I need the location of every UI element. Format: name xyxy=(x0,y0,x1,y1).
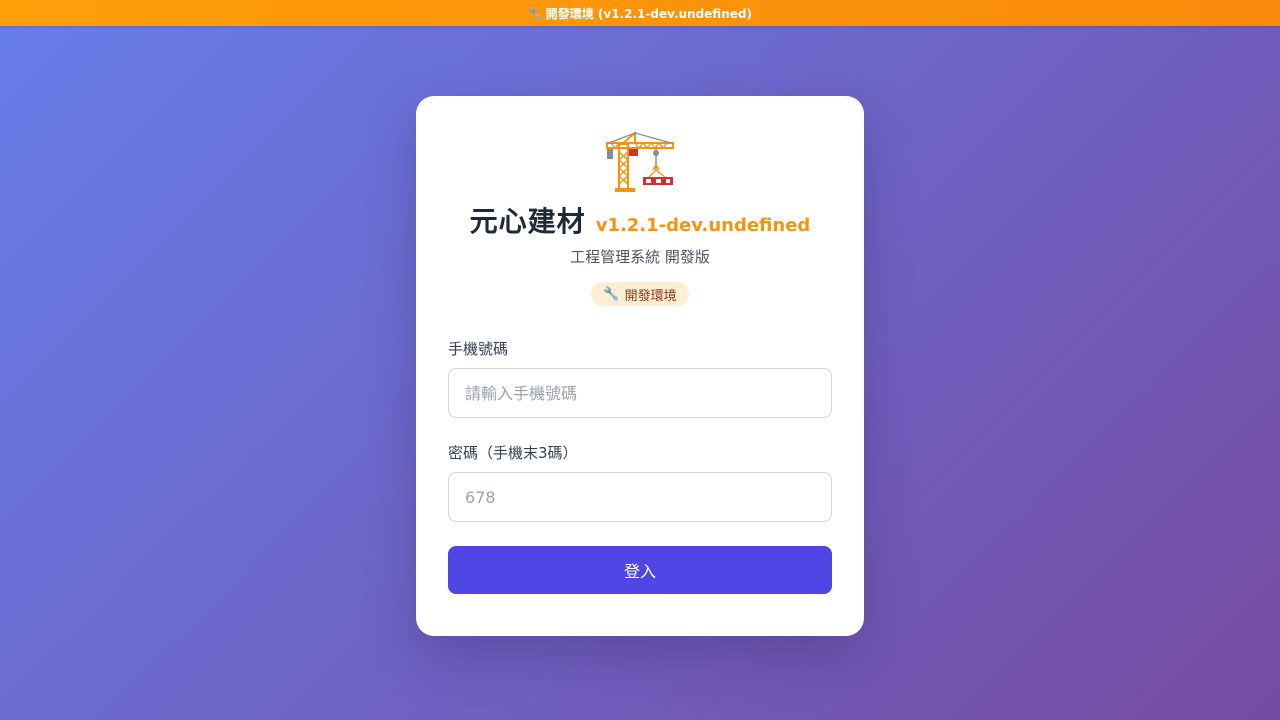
logo xyxy=(448,130,832,194)
app-title: 元心建材 xyxy=(469,205,586,238)
environment-banner-text: 開發環境 (v1.2.1-dev.undefined) xyxy=(545,6,752,21)
environment-badge-text: 開發環境 xyxy=(624,288,677,304)
password-label: 密碼（手機末3碼） xyxy=(448,444,578,462)
wrench-icon: 🔧 xyxy=(603,286,620,302)
password-input[interactable] xyxy=(448,472,832,522)
phone-input[interactable] xyxy=(448,368,832,418)
app-subtitle: 工程管理系統 開發版 xyxy=(570,248,710,266)
construction-crane-icon xyxy=(606,130,674,192)
brand-title-row: 元心建材 v1.2.1-dev.undefined xyxy=(448,200,832,240)
login-button[interactable]: 登入 xyxy=(448,546,832,594)
environment-badge: 🔧 開發環境 xyxy=(591,282,689,306)
wrench-icon: 🔧 xyxy=(528,6,542,20)
version-label: v1.2.1-dev.undefined xyxy=(595,215,811,236)
environment-banner: 🔧 開發環境 (v1.2.1-dev.undefined) xyxy=(0,0,1280,26)
phone-label: 手機號碼 xyxy=(448,340,509,358)
login-card: 元心建材 v1.2.1-dev.undefined 工程管理系統 開發版 🔧 開… xyxy=(416,96,864,636)
